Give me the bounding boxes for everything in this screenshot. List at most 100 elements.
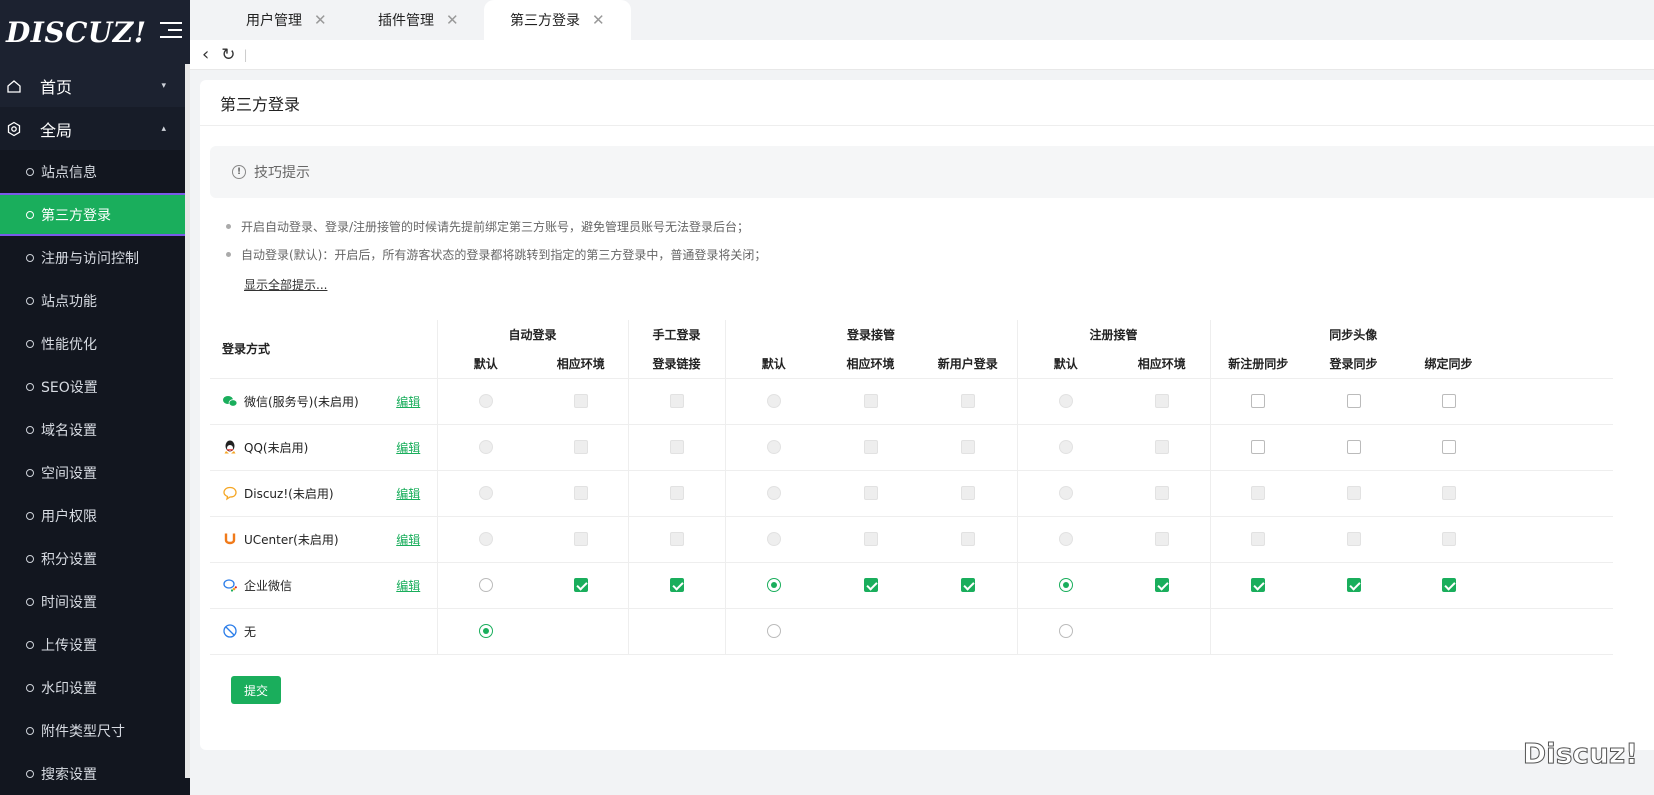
submit-button[interactable]: 提交 xyxy=(231,676,281,704)
radio-register-default[interactable] xyxy=(1059,486,1073,500)
radio-auto-default[interactable] xyxy=(479,624,493,638)
checkbox-sync-bind[interactable] xyxy=(1442,532,1456,546)
sidebar-item-space[interactable]: 空间设置 xyxy=(0,451,190,494)
radio-login-default[interactable] xyxy=(767,578,781,592)
checkbox-auto-env[interactable] xyxy=(574,394,588,408)
checkbox-manual-link[interactable] xyxy=(670,578,684,592)
divider: | xyxy=(243,48,247,62)
checkbox-register-env[interactable] xyxy=(1155,578,1169,592)
checkbox-login-env[interactable] xyxy=(864,532,878,546)
sidebar-item-domain[interactable]: 域名设置 xyxy=(0,408,190,451)
checkbox-sync-login[interactable] xyxy=(1347,394,1361,408)
checkbox-auto-env[interactable] xyxy=(574,578,588,592)
checkbox-register-env[interactable] xyxy=(1155,440,1169,454)
checkbox-sync-login[interactable] xyxy=(1347,440,1361,454)
checkbox-sync-new-register[interactable] xyxy=(1251,578,1265,592)
checkbox-register-env[interactable] xyxy=(1155,394,1169,408)
menu-toggle-icon[interactable] xyxy=(160,22,182,40)
sidebar-item-third-party-login[interactable]: 第三方登录 xyxy=(0,193,185,236)
sidebar-item-attachment-types[interactable]: 附件类型尺寸 xyxy=(0,709,190,752)
edit-link[interactable]: 编辑 xyxy=(396,441,420,455)
refresh-icon[interactable]: ↻ xyxy=(221,45,235,65)
radio-auto-default[interactable] xyxy=(479,532,493,546)
checkbox-manual-link[interactable] xyxy=(670,440,684,454)
checkbox-login-env[interactable] xyxy=(864,394,878,408)
checkbox-sync-bind[interactable] xyxy=(1442,578,1456,592)
checkbox-login-new-user[interactable] xyxy=(961,440,975,454)
checkbox-sync-login[interactable] xyxy=(1347,532,1361,546)
checkbox-sync-new-register[interactable] xyxy=(1251,394,1265,408)
nav-global[interactable]: 全局 ▴ xyxy=(0,107,190,150)
edit-link[interactable]: 编辑 xyxy=(396,533,420,547)
sidebar-item-time[interactable]: 时间设置 xyxy=(0,580,190,623)
checkbox-register-env[interactable] xyxy=(1155,486,1169,500)
subnav: 站点信息 第三方登录 注册与访问控制 站点功能 性能优化 SEO设置 域名设置 … xyxy=(0,150,190,795)
sidebar-item-watermark[interactable]: 水印设置 xyxy=(0,666,190,709)
checkbox-auto-env[interactable] xyxy=(574,440,588,454)
tab-third-party-login[interactable]: 第三方登录✕ xyxy=(484,0,631,40)
radio-register-default[interactable] xyxy=(1059,394,1073,408)
circle-icon xyxy=(26,598,34,606)
edit-link[interactable]: 编辑 xyxy=(396,487,420,501)
checkbox-register-env[interactable] xyxy=(1155,532,1169,546)
radio-auto-default[interactable] xyxy=(479,486,493,500)
radio-register-default[interactable] xyxy=(1059,624,1073,638)
checkbox-sync-bind[interactable] xyxy=(1442,440,1456,454)
show-all-tips-link[interactable]: 显示全部提示... xyxy=(244,276,327,293)
tab-plugin-management[interactable]: 插件管理✕ xyxy=(378,0,459,40)
sidebar-scrollbar[interactable] xyxy=(185,64,190,778)
radio-auto-default[interactable] xyxy=(479,578,493,592)
edit-link[interactable]: 编辑 xyxy=(396,579,420,593)
sidebar-item-credits[interactable]: 积分设置 xyxy=(0,537,190,580)
checkbox-sync-new-register[interactable] xyxy=(1251,440,1265,454)
sidebar-item-upload[interactable]: 上传设置 xyxy=(0,623,190,666)
radio-register-default[interactable] xyxy=(1059,578,1073,592)
radio-register-default[interactable] xyxy=(1059,440,1073,454)
checkbox-sync-new-register[interactable] xyxy=(1251,486,1265,500)
sidebar-item-search[interactable]: 搜索设置 xyxy=(0,752,190,795)
edit-link[interactable]: 编辑 xyxy=(396,395,420,409)
checkbox-sync-login[interactable] xyxy=(1347,578,1361,592)
tip-title: 技巧提示 xyxy=(254,162,310,182)
checkbox-sync-bind[interactable] xyxy=(1442,394,1456,408)
back-icon[interactable]: ‹ xyxy=(202,44,209,65)
close-icon[interactable]: ✕ xyxy=(446,11,459,29)
sidebar-item-site-info[interactable]: 站点信息 xyxy=(0,150,190,193)
sidebar-item-site-features[interactable]: 站点功能 xyxy=(0,279,190,322)
checkbox-sync-bind[interactable] xyxy=(1442,486,1456,500)
radio-login-default[interactable] xyxy=(767,486,781,500)
radio-auto-default[interactable] xyxy=(479,440,493,454)
nav-home[interactable]: 首页 ▾ xyxy=(0,64,190,107)
logo-text: DISCUZ! xyxy=(6,16,147,49)
checkbox-manual-link[interactable] xyxy=(670,394,684,408)
checkbox-login-env[interactable] xyxy=(864,486,878,500)
sidebar-item-register-access[interactable]: 注册与访问控制 xyxy=(0,236,190,279)
checkbox-sync-login[interactable] xyxy=(1347,486,1361,500)
checkbox-manual-link[interactable] xyxy=(670,486,684,500)
table-row: 无 xyxy=(210,608,1613,654)
checkbox-login-new-user[interactable] xyxy=(961,578,975,592)
checkbox-sync-new-register[interactable] xyxy=(1251,532,1265,546)
table-row: 微信(服务号)(未启用) 编辑 xyxy=(210,378,1613,424)
radio-login-default[interactable] xyxy=(767,440,781,454)
tab-user-management[interactable]: 用户管理✕ xyxy=(246,0,327,40)
radio-auto-default[interactable] xyxy=(479,394,493,408)
close-icon[interactable]: ✕ xyxy=(592,11,605,29)
checkbox-login-new-user[interactable] xyxy=(961,486,975,500)
radio-register-default[interactable] xyxy=(1059,532,1073,546)
checkbox-login-env[interactable] xyxy=(864,440,878,454)
sidebar-item-user-permissions[interactable]: 用户权限 xyxy=(0,494,190,537)
checkbox-manual-link[interactable] xyxy=(670,532,684,546)
close-icon[interactable]: ✕ xyxy=(314,11,327,29)
radio-login-default[interactable] xyxy=(767,532,781,546)
checkbox-login-env[interactable] xyxy=(864,578,878,592)
checkbox-auto-env[interactable] xyxy=(574,532,588,546)
checkbox-login-new-user[interactable] xyxy=(961,394,975,408)
checkbox-login-new-user[interactable] xyxy=(961,532,975,546)
radio-login-default[interactable] xyxy=(767,394,781,408)
sidebar-item-seo[interactable]: SEO设置 xyxy=(0,365,190,408)
sidebar-item-performance[interactable]: 性能优化 xyxy=(0,322,190,365)
method-name: QQ(未启用) xyxy=(210,424,380,470)
radio-login-default[interactable] xyxy=(767,624,781,638)
checkbox-auto-env[interactable] xyxy=(574,486,588,500)
